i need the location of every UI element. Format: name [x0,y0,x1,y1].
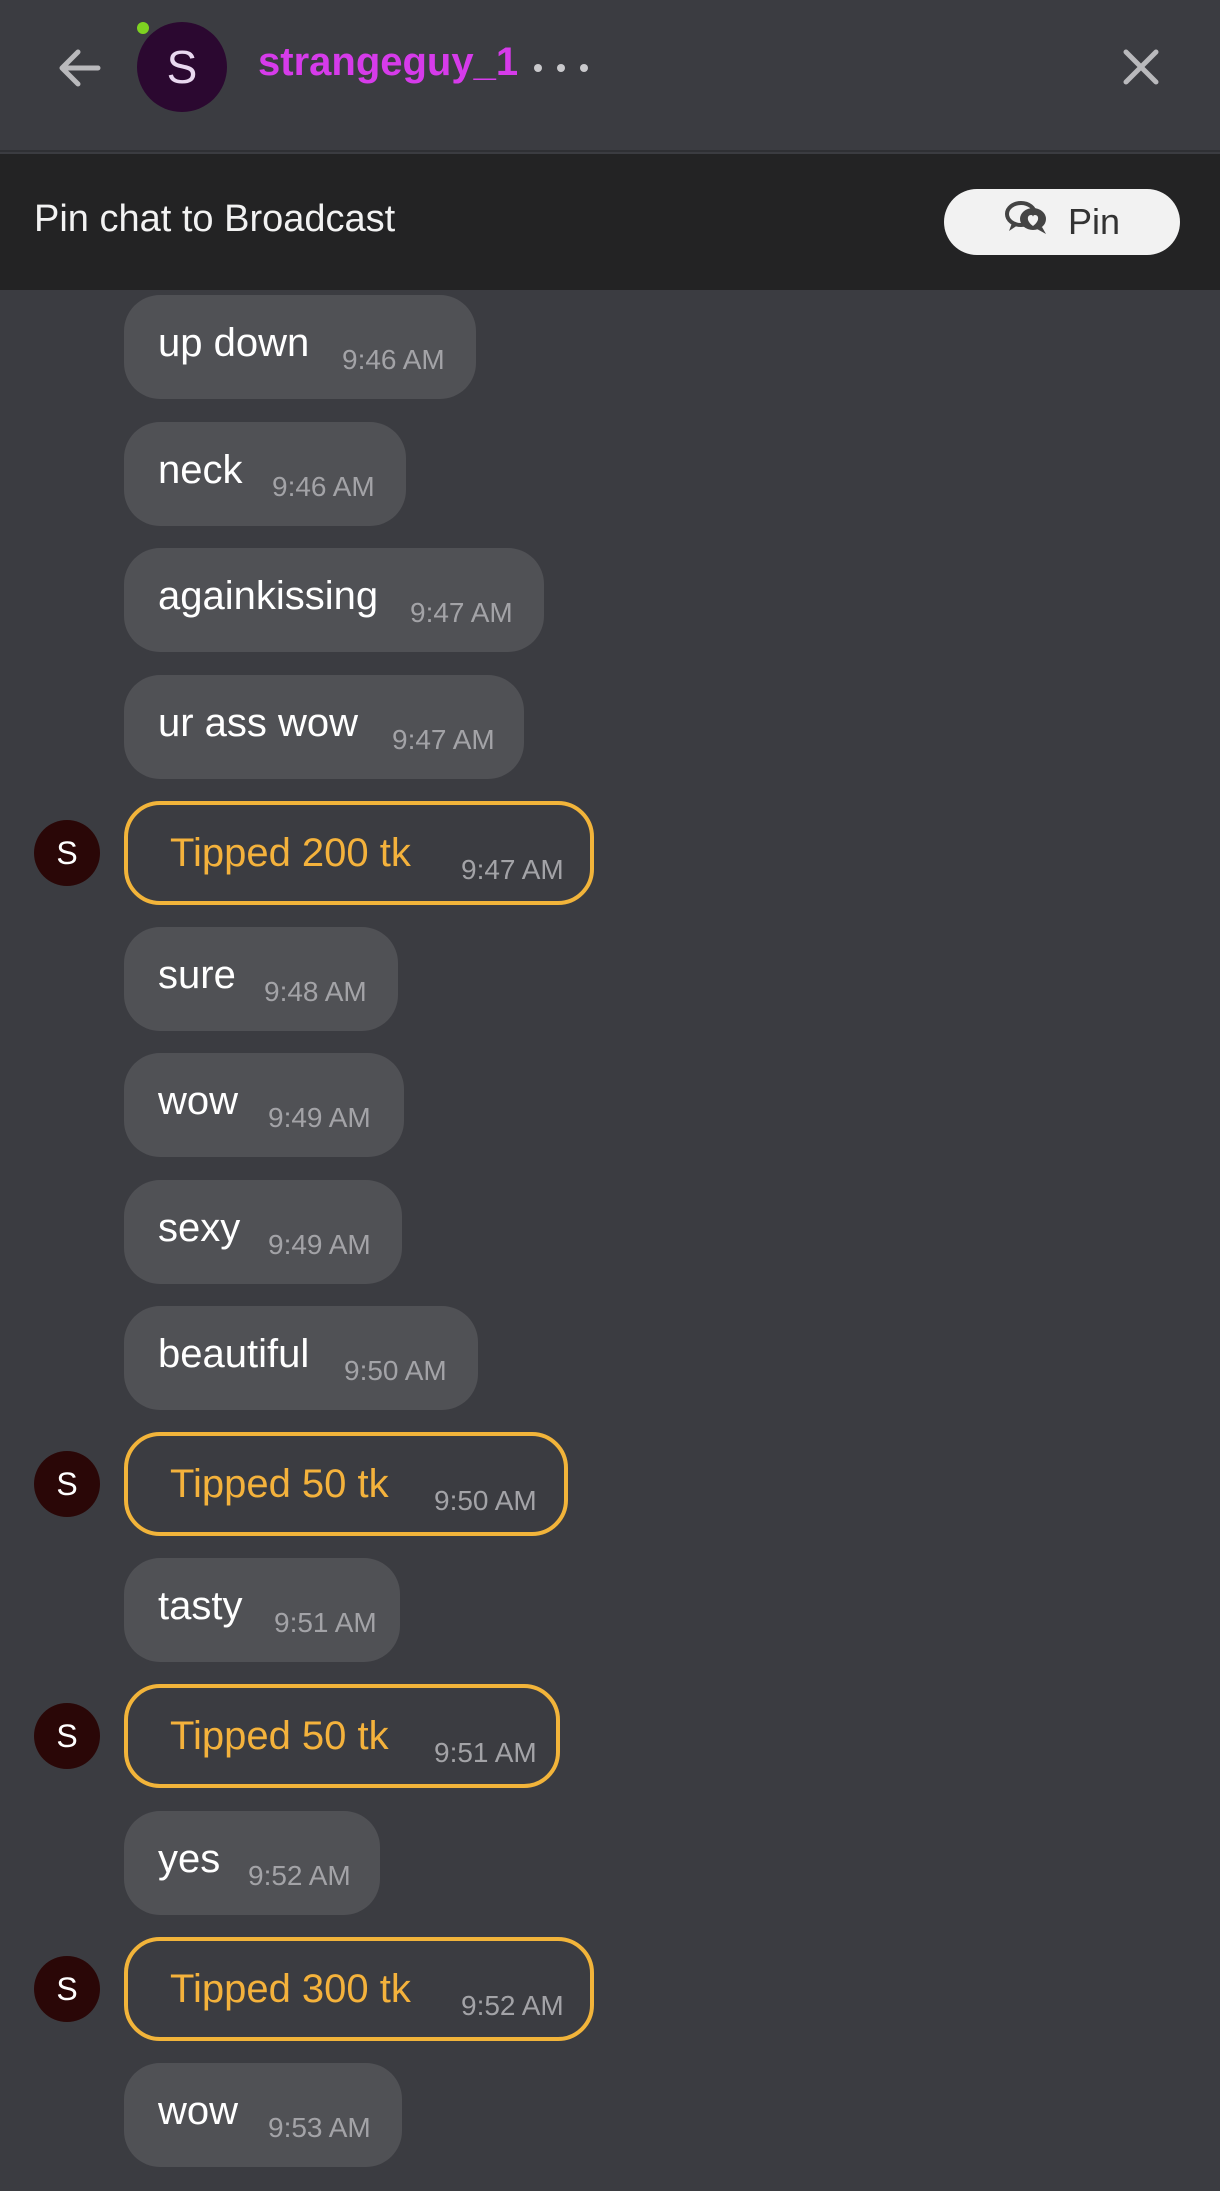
chat-message: wow 9:53 AM [124,2063,402,2167]
pin-button-label: Pin [1067,201,1121,242]
tipper-avatar[interactable]: S [34,820,100,886]
more-options-icon[interactable] [534,46,588,90]
close-icon[interactable] [1118,44,1164,90]
tip-message: Tipped 200 tk 9:47 AM [124,801,594,905]
pin-button[interactable]: Pin [944,189,1180,255]
message-text: up down [158,321,310,365]
message-text: yes [158,1837,221,1881]
message-text: neck [158,448,243,492]
message-text: Tipped 300 tk [170,1967,411,2011]
message-timestamp: 9:50 AM [434,1485,537,1516]
chat-message: yes 9:52 AM [124,1811,380,1915]
message-timestamp: 9:47 AM [410,597,513,628]
tip-message: Tipped 50 tk 9:51 AM [124,1684,560,1788]
message-timestamp: 9:51 AM [434,1737,537,1768]
chat-message: sure 9:48 AM [124,927,398,1031]
pin-chat-label: Pin chat to Broadcast [34,198,396,240]
message-timestamp: 9:52 AM [461,1990,564,2021]
message-text: againkissing [158,574,379,618]
chat-message: againkissing 9:47 AM [124,548,544,652]
message-timestamp: 9:46 AM [272,471,375,502]
chat-header: S strangeguy_1 [0,0,1220,152]
back-arrow-icon[interactable] [50,38,110,98]
chat-message: wow 9:49 AM [124,1053,404,1157]
tipper-avatar[interactable]: S [34,1703,100,1769]
message-timestamp: 9:47 AM [461,854,564,885]
message-timestamp: 9:50 AM [344,1355,447,1386]
message-timestamp: 9:48 AM [264,976,367,1007]
chat-message: neck 9:46 AM [124,422,406,526]
username[interactable]: strangeguy_1 [258,40,518,85]
message-text: Tipped 50 tk [170,1462,389,1506]
tipper-avatar[interactable]: S [34,1451,100,1517]
message-list[interactable]: up down 9:46 AM neck 9:46 AM againkissing 9:4… [0,290,1220,2191]
tip-message: Tipped 50 tk 9:50 AM [124,1432,568,1536]
message-text: sure [158,953,236,997]
message-timestamp: 9:52 AM [248,1860,351,1891]
message-text: Tipped 50 tk [170,1714,389,1758]
chat-message: up down 9:46 AM [124,295,476,399]
message-timestamp: 9:47 AM [392,724,495,755]
tip-message: Tipped 300 tk 9:52 AM [124,1937,594,2041]
message-text: Tipped 200 tk [170,831,411,875]
chat-message: sexy 9:49 AM [124,1180,402,1284]
chat-message: tasty 9:51 AM [124,1558,400,1662]
message-timestamp: 9:49 AM [268,1102,371,1133]
online-status-dot [137,22,149,34]
message-timestamp: 9:49 AM [268,1229,371,1260]
message-timestamp: 9:46 AM [342,344,445,375]
chat-message: ur ass wow 9:47 AM [124,675,524,779]
message-timestamp: 9:53 AM [268,2112,371,2143]
message-text: beautiful [158,1332,310,1376]
chat-message: beautiful 9:50 AM [124,1306,478,1410]
message-text: wow [158,2089,239,2133]
message-text: tasty [158,1584,243,1628]
message-text: wow [158,1079,239,1123]
tipper-avatar[interactable]: S [34,1956,100,2022]
pin-chat-bar: Pin chat to Broadcast Pin [0,154,1220,290]
message-text: sexy [158,1206,241,1250]
chat-bubbles-heart-icon [1004,199,1050,246]
message-timestamp: 9:51 AM [274,1607,377,1638]
user-avatar[interactable]: S [137,22,227,112]
message-text: ur ass wow [158,701,359,745]
